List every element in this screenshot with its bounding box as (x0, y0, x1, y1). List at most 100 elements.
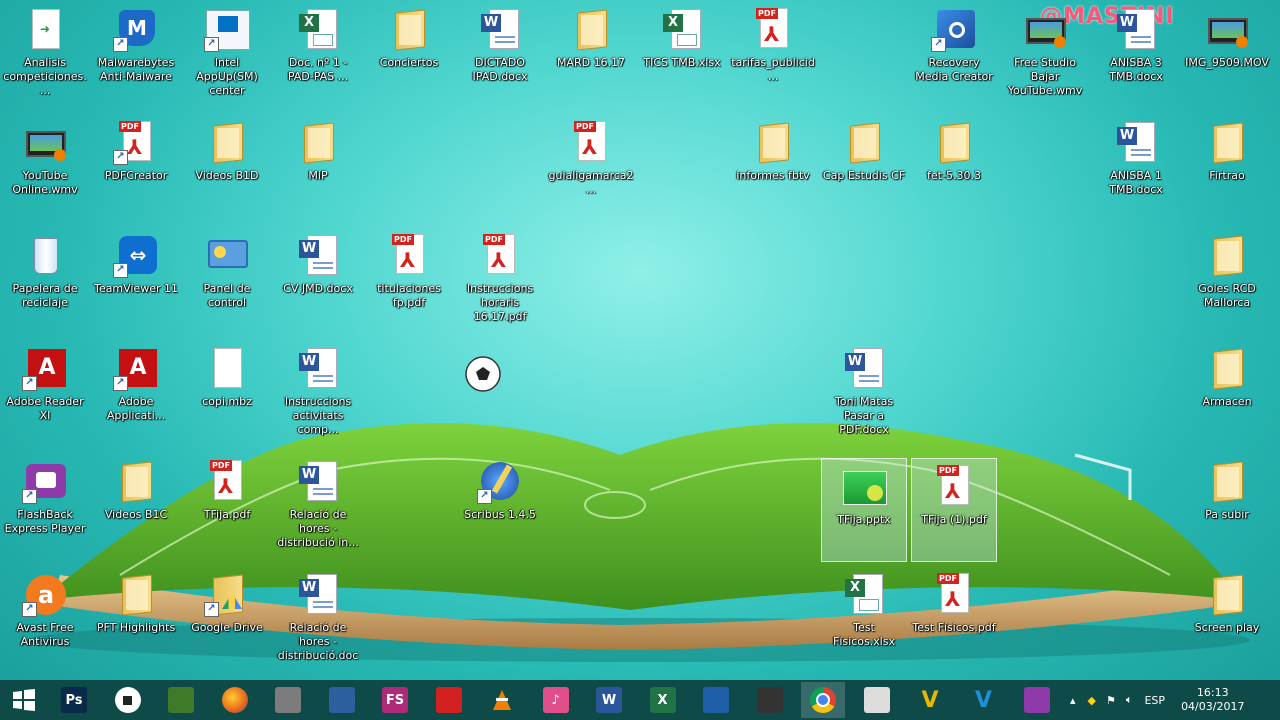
desktop-icon-flashback-express-player[interactable]: ↗ FlashBack Express Player (2, 454, 88, 558)
desktop-icon-toni-matas-pasar-a-pdf-docx[interactable]: W Toni Matas Pasar a PDF.docx (821, 341, 907, 445)
start-button[interactable] (2, 682, 46, 718)
taskbar-scribus-button[interactable] (694, 682, 738, 718)
desktop-icon-intel-appup-sm-center[interactable]: ↗ Intel AppUp(SM) center (184, 2, 270, 106)
taskbar-chrome-button[interactable] (801, 682, 845, 718)
desktop-icon-fet-5-30-3[interactable]: fet-5.30.3 (911, 115, 997, 219)
desktop-icon-label: Free Studio Bajar YouTube.wmv (1007, 56, 1083, 97)
taskbar-color-app-button[interactable] (748, 682, 792, 718)
desktop-icon-adobe-reader-xi[interactable]: A ↗ Adobe Reader XI (2, 341, 88, 445)
desktop-icon-scribus-1-4-5[interactable]: ↗ Scribus 1.4.5 (457, 454, 543, 558)
desktop-icon-pft-highlights[interactable]: PFT Highlights (93, 567, 179, 671)
taskbar-notepad-button[interactable] (855, 682, 899, 718)
desktop-icon-test-f-sicos-pdf[interactable]: PDF ⅄ Test Físicos.pdf (911, 567, 997, 671)
desktop-icon-guialigamarca2[interactable]: PDF ⅄ guialigamarca2... (548, 115, 634, 219)
folder-icon (1204, 345, 1250, 391)
desktop-icon-armacen[interactable]: Armacen (1184, 341, 1270, 445)
excel-icon: X (841, 571, 887, 617)
desktop-icon-google-drive[interactable]: ↗ Google Drive (184, 567, 270, 671)
volume-icon[interactable]: 🔈︎ (1126, 693, 1133, 707)
desktop-icon-tfija-pptx[interactable]: TFija.pptx (821, 458, 907, 562)
taskbar-fs-app-button[interactable]: FS (373, 682, 417, 718)
taskbar-vegas-button[interactable]: V (908, 682, 952, 718)
taskbar-vegas-blue-button[interactable]: V (962, 682, 1006, 718)
desktop-icon-copi-mbz[interactable]: copi.mbz (184, 341, 270, 445)
taskbar-excel-button[interactable]: X (641, 682, 685, 718)
desktop-icon-tarifas-publicid[interactable]: PDF ⅄ tarifas_publicid... (730, 2, 816, 106)
desktop-icon-label: Panel de control (203, 282, 251, 309)
desktop-icon-mip[interactable]: MiP (275, 115, 361, 219)
desktop-icon-relaci-de-hores-distribuci-doc[interactable]: W Relació de hores - distribució.doc (275, 567, 361, 671)
desktop-icon-instruccions-horaris-16-17-pdf[interactable]: PDF ⅄ Instruccions horaris 16.17.pdf (457, 228, 543, 332)
desktop-icon-label: ANISBA 3 TMB.docx (1109, 56, 1163, 83)
taskbar-media-app-button[interactable] (427, 682, 471, 718)
desktop-icon-tics-tmb-xlsx[interactable]: X TICS TMB.xlsx (639, 2, 725, 106)
vegas-blue-icon: V (971, 687, 997, 713)
language-indicator[interactable]: ESP (1144, 694, 1165, 707)
gdrive-icon: ↗ (204, 571, 250, 617)
network-icon[interactable]: ◆ (1088, 694, 1096, 707)
desktop-icon-label: Google Drive (191, 621, 263, 634)
desktop-icon-analisis-competiciones[interactable]: ➜ Analisis competiciones.... (2, 2, 88, 106)
desktop-icon-cv-jmd-docx[interactable]: W CV JMD.docx (275, 228, 361, 332)
desktop-icon-teamviewer-11[interactable]: ⇔ ↗ TeamViewer 11 (93, 228, 179, 332)
desktop-icon-screen-play[interactable]: Screen play (1184, 567, 1270, 671)
desktop-icon-cap-estudis-cf[interactable]: Cap Estudis CF (821, 115, 907, 219)
desktop-icon-avast-free-antivirus[interactable]: a ↗ Avast Free Antivirus (2, 567, 88, 671)
shortcut-arrow-icon: ↗ (22, 489, 37, 504)
clock[interactable]: 16:13 04/03/2017 (1181, 686, 1244, 714)
desktop-icon-informes-fbtv[interactable]: informes fbtv (730, 115, 816, 219)
desktop-icon-youtube-online-wmv[interactable]: YouTube Online.wmv (2, 115, 88, 219)
desktop-icon-papelera-de-reciclaje[interactable]: Papelera de reciclaje (2, 228, 88, 332)
desktop-icon-pa-subir[interactable]: Pa subir (1184, 454, 1270, 558)
desktop-icon-panel-de-control[interactable]: Panel de control (184, 228, 270, 332)
word-icon: W (295, 232, 341, 278)
pdf-icon: PDF ⅄ (750, 6, 796, 52)
taskbar-remote-desktop-button[interactable] (320, 682, 364, 718)
desktop-icon-recovery-media-creator[interactable]: ↗ Recovery Media Creator (911, 2, 997, 106)
pdf-icon: PDF ⅄ (568, 119, 614, 165)
taskbar-vlc-button[interactable] (480, 682, 524, 718)
desktop[interactable]: @MASTINI ➜ Analisis competiciones.... M ↗ Ma… (0, 0, 1280, 680)
media-app-icon (435, 687, 462, 713)
taskbar-tactics-board-button[interactable] (159, 682, 203, 718)
desktop-icon-titulaciones-fp-pdf[interactable]: PDF ⅄ titulaciones fp.pdf (366, 228, 452, 332)
desktop-icon-anisba-1-tmb-docx[interactable]: W ANISBA 1 TMB.docx (1093, 115, 1179, 219)
desktop-icon-label: Test Físicos.xlsx (833, 621, 895, 648)
desktop-icon-videos-b1d[interactable]: Videos B1D (184, 115, 270, 219)
flag-icon[interactable]: ⚑ (1106, 694, 1116, 707)
desktop-icon-label: TFija.pptx (837, 513, 891, 526)
show-hidden-icons-chevron-icon[interactable]: ▴ (1070, 694, 1076, 707)
desktop-icon-label: ANISBA 1 TMB.docx (1109, 169, 1163, 196)
taskbar-firefox-button[interactable] (213, 682, 257, 718)
desktop-icon-goles-rcd-mallorca[interactable]: Goles RCD Mallorca (1184, 228, 1270, 332)
folder-icon (295, 119, 341, 165)
desktop-icon-label: Adobe Reader XI (6, 395, 84, 422)
taskbar-word-button[interactable]: W (587, 682, 631, 718)
desktop-icon-label: Test Físicos.pdf (912, 621, 996, 634)
desktop-icon-tfija-pdf[interactable]: PDF ⅄ TFija.pdf (184, 454, 270, 558)
desktop-icon-doc-n-1-pad-pas[interactable]: X Doc. nº 1 - PAD-PAS ... (275, 2, 361, 106)
desktop-icon-anisba-3-tmb-docx[interactable]: W ANISBA 3 TMB.docx (1093, 2, 1179, 106)
taskbar-soccer-ball-button[interactable] (106, 682, 150, 718)
desktop-icon-label: fet-5.30.3 (927, 169, 981, 182)
desktop-icon-free-studio-bajar-youtube-wmv[interactable]: Free Studio Bajar YouTube.wmv (1002, 2, 1088, 106)
taskbar-itunes-button[interactable]: ♪ (534, 682, 578, 718)
folder-icon (1204, 232, 1250, 278)
desktop-icon-test-f-sicos-xlsx[interactable]: X Test Físicos.xlsx (821, 567, 907, 671)
desktop-icon-videos-b1c[interactable]: Videos B1C (93, 454, 179, 558)
desktop-icon-tfija-1-pdf[interactable]: PDF ⅄ TFija (1).pdf (911, 458, 997, 562)
desktop-icon-firtrao[interactable]: Firtrao (1184, 115, 1270, 219)
taskbar-archive-button[interactable] (266, 682, 310, 718)
desktop-icon-adobe-applicati[interactable]: A ↗ Adobe Applicati... (93, 341, 179, 445)
video-icon (22, 119, 68, 165)
desktop-icon-conciertos[interactable]: Conciertos (366, 2, 452, 106)
taskbar-photoshop-button[interactable]: Ps (52, 682, 96, 718)
desktop-icon-relaci-de-hores-distribuci-in[interactable]: W Relació de hores - distribució in... (275, 454, 361, 558)
desktop-icon-dictado-ipad-docx[interactable]: W DICTADO IPAD.docx (457, 2, 543, 106)
desktop-icon-mard-16-17[interactable]: MARD 16.17 (548, 2, 634, 106)
taskbar-flashback-button[interactable] (1015, 682, 1059, 718)
desktop-icon-img-9509-mov[interactable]: IMG_9509.MOV (1184, 2, 1270, 106)
desktop-icon-malwarebytes-anti-malware[interactable]: M ↗ Malwarebytes Anti-Malware (93, 2, 179, 106)
desktop-icon-instruccions-activitats-comp[interactable]: W Instruccions activitats comp... (275, 341, 361, 445)
desktop-icon-pdfcreator[interactable]: PDF ⅄ ↗ PDFCreator (93, 115, 179, 219)
